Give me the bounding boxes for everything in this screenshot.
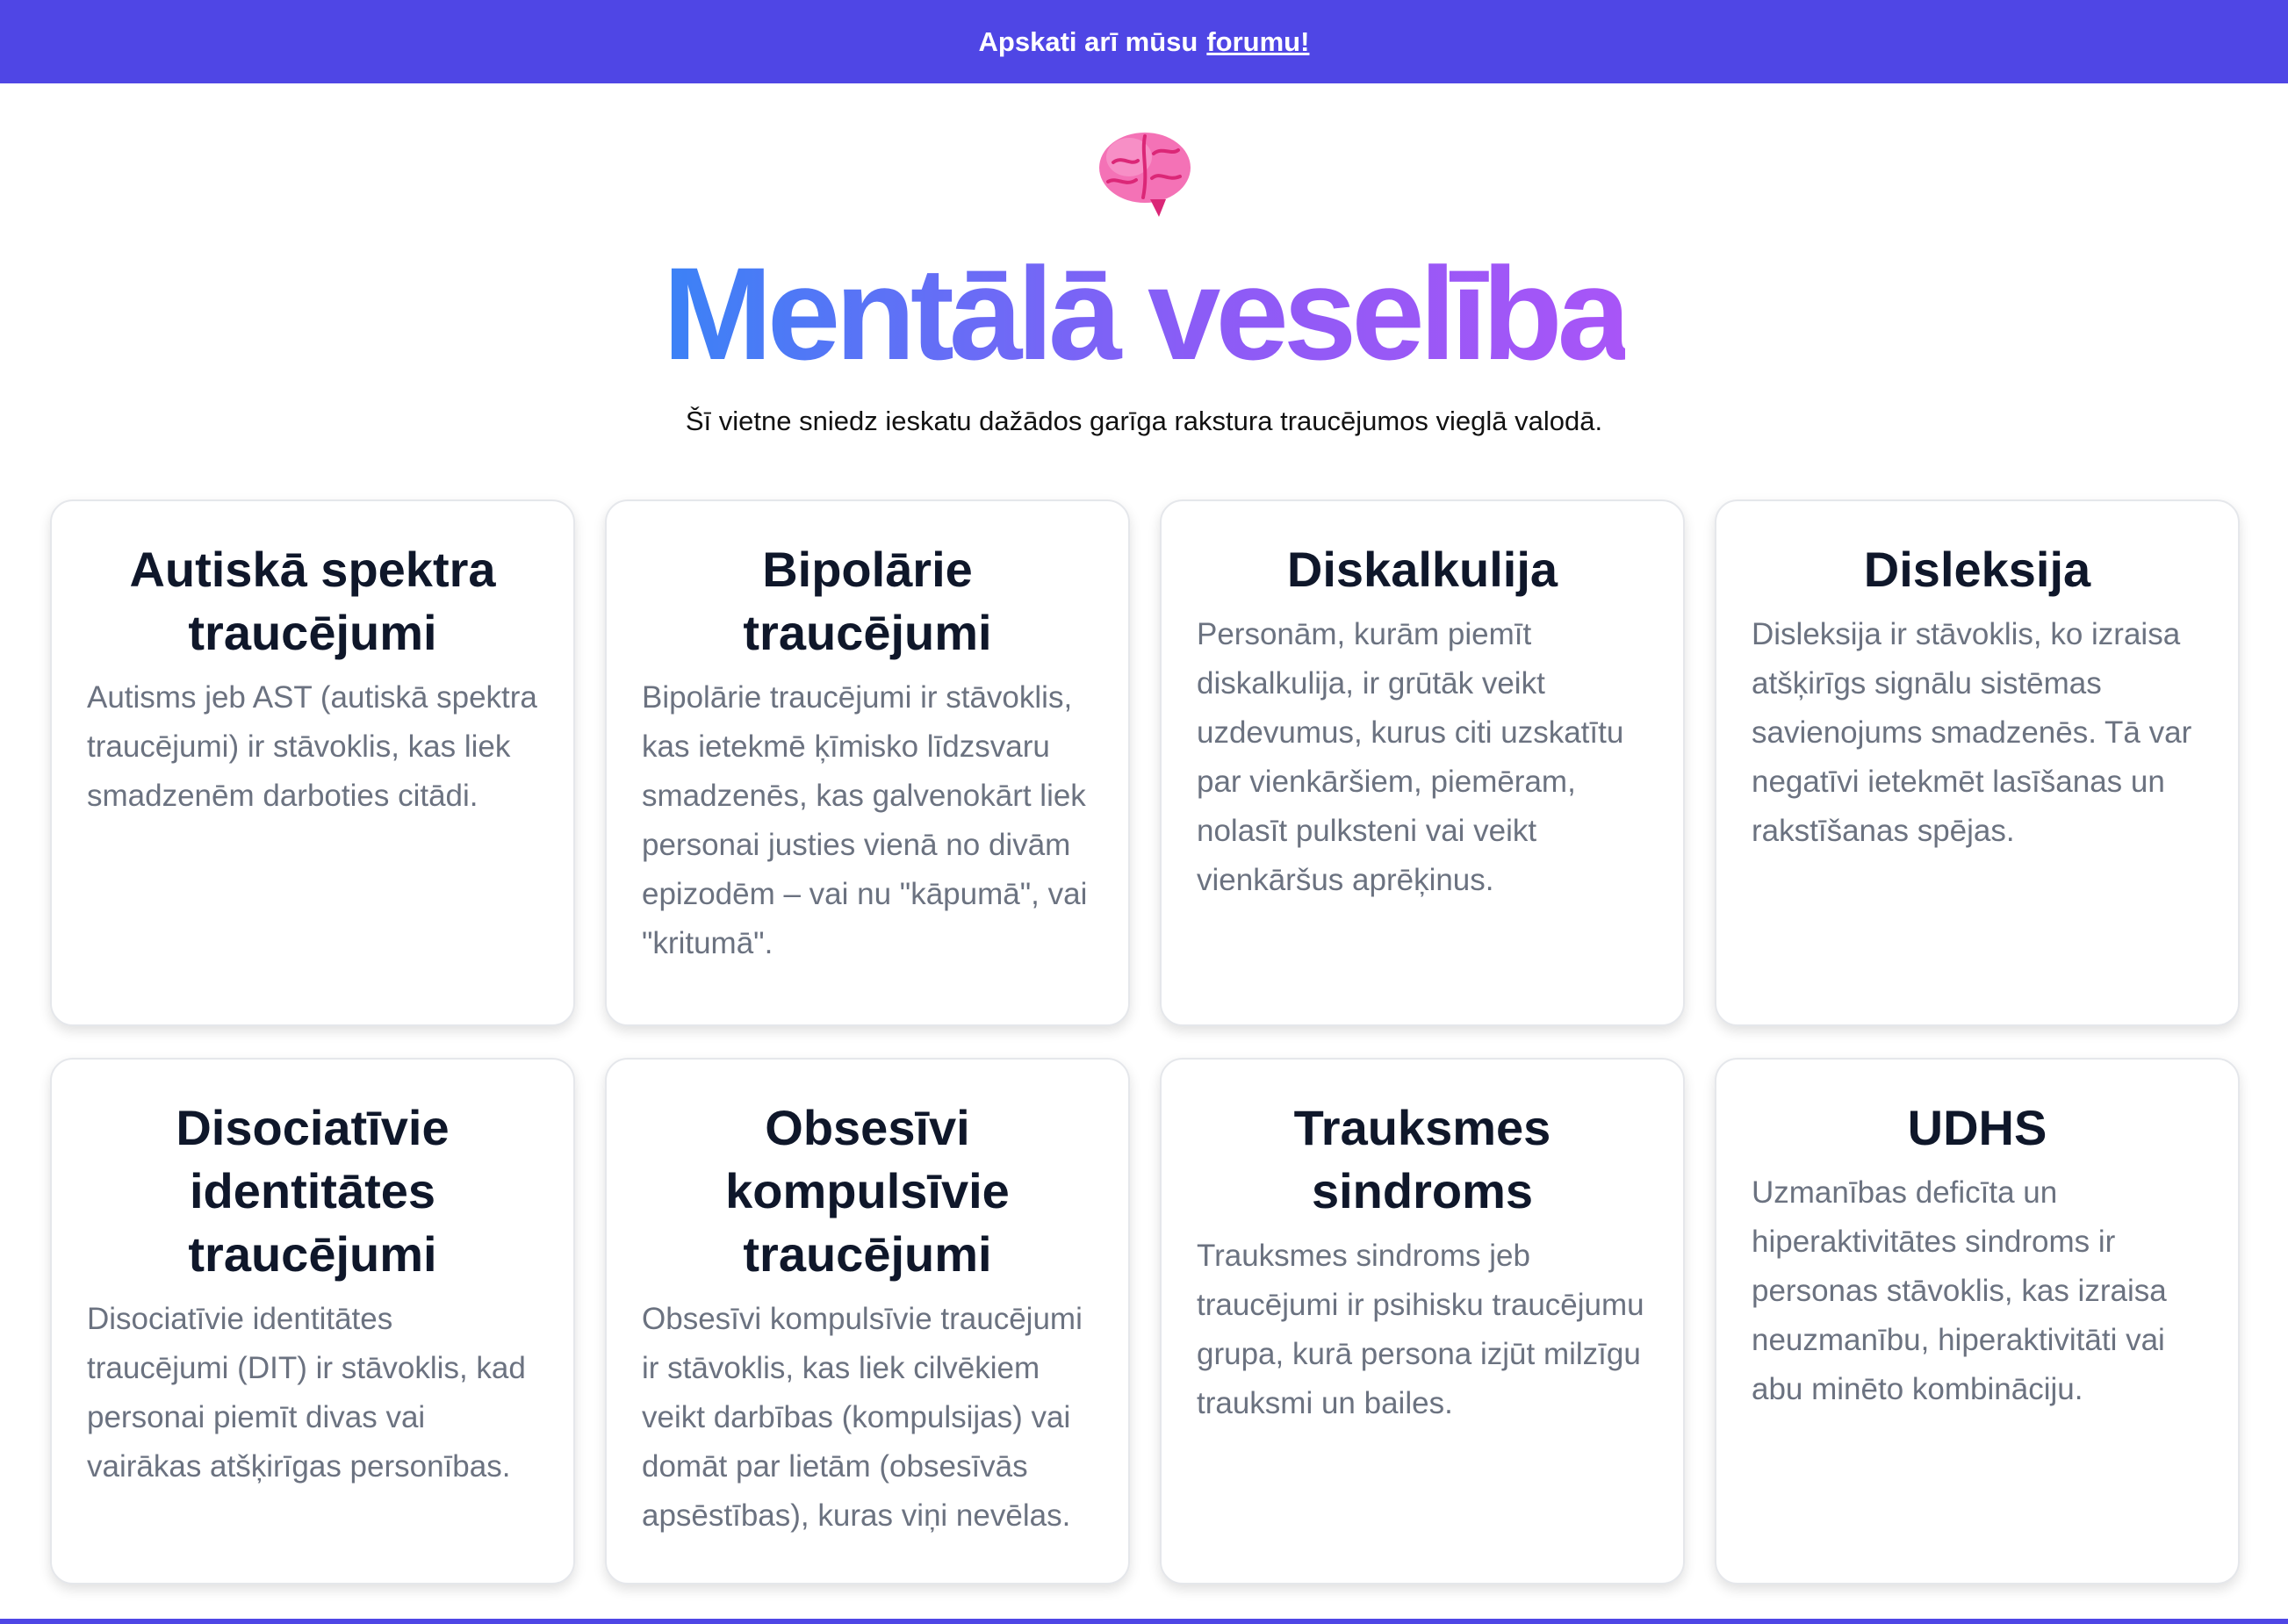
brain-icon bbox=[1099, 133, 1191, 217]
card-description: Bipolārie traucējumi ir stāvoklis, kas i… bbox=[642, 680, 1088, 960]
card-anxiety[interactable]: Trauksmes sindroms Trauksmes sindroms je… bbox=[1160, 1058, 1685, 1584]
banner-text: Apskati arī mūsu bbox=[978, 25, 1198, 57]
condition-cards-grid: Autiskā spektra traucējumi Autisms jeb A… bbox=[50, 499, 2240, 1584]
card-description: Autisms jeb AST (autiskā spektra traucēj… bbox=[87, 680, 537, 813]
page-subtitle: Šī vietne sniedz ieskatu dažādos garīga … bbox=[685, 406, 1603, 436]
forum-link[interactable]: forumu! bbox=[1206, 26, 1309, 58]
card-bipolar[interactable]: Bipolārie traucējumi Bipolārie traucējum… bbox=[605, 499, 1130, 1026]
card-dyslexia[interactable]: Disleksija Disleksija ir stāvoklis, ko i… bbox=[1715, 499, 2240, 1026]
card-title: Disociatīvie identitātes traucējumi bbox=[176, 1100, 450, 1282]
card-title: Bipolārie traucējumi bbox=[743, 542, 992, 660]
card-title: Disleksija bbox=[1863, 542, 2091, 597]
card-title: UDHS bbox=[1907, 1100, 2047, 1155]
card-ocd[interactable]: Obsesīvi kompulsīvie traucējumi Obsesīvi… bbox=[605, 1058, 1130, 1584]
card-description: Disociatīvie identitātes traucējumi (DIT… bbox=[87, 1302, 526, 1484]
card-title: Diskalkulija bbox=[1286, 542, 1558, 597]
card-description: Obsesīvi kompulsīvie traucējumi ir stāvo… bbox=[642, 1302, 1083, 1533]
card-description: Disleksija ir stāvoklis, ko izraisa atšķ… bbox=[1752, 617, 2192, 848]
bottom-divider bbox=[0, 1619, 2288, 1624]
card-title: Obsesīvi kompulsīvie traucējumi bbox=[725, 1100, 1010, 1282]
card-title: Autiskā spektra traucējumi bbox=[129, 542, 496, 660]
card-description: Personām, kurām piemīt diskalkulija, ir … bbox=[1197, 617, 1624, 897]
announcement-banner: Apskati arī mūsu forumu! bbox=[0, 0, 2288, 83]
card-description: Trauksmes sindroms jeb traucējumi ir psi… bbox=[1197, 1239, 1644, 1420]
card-description: Uzmanības deficīta un hiperaktivitātes s… bbox=[1752, 1175, 2167, 1406]
card-title: Trauksmes sindroms bbox=[1293, 1100, 1551, 1218]
card-dissociative-identity[interactable]: Disociatīvie identitātes traucējumi Diso… bbox=[50, 1058, 575, 1584]
card-autism[interactable]: Autiskā spektra traucējumi Autisms jeb A… bbox=[50, 499, 575, 1026]
card-adhd[interactable]: UDHS Uzmanības deficīta un hiperaktivitā… bbox=[1715, 1058, 2240, 1584]
page-title: Mentālā veselība bbox=[662, 240, 1630, 387]
card-dyscalculia[interactable]: Diskalkulija Personām, kurām piemīt disk… bbox=[1160, 499, 1685, 1026]
